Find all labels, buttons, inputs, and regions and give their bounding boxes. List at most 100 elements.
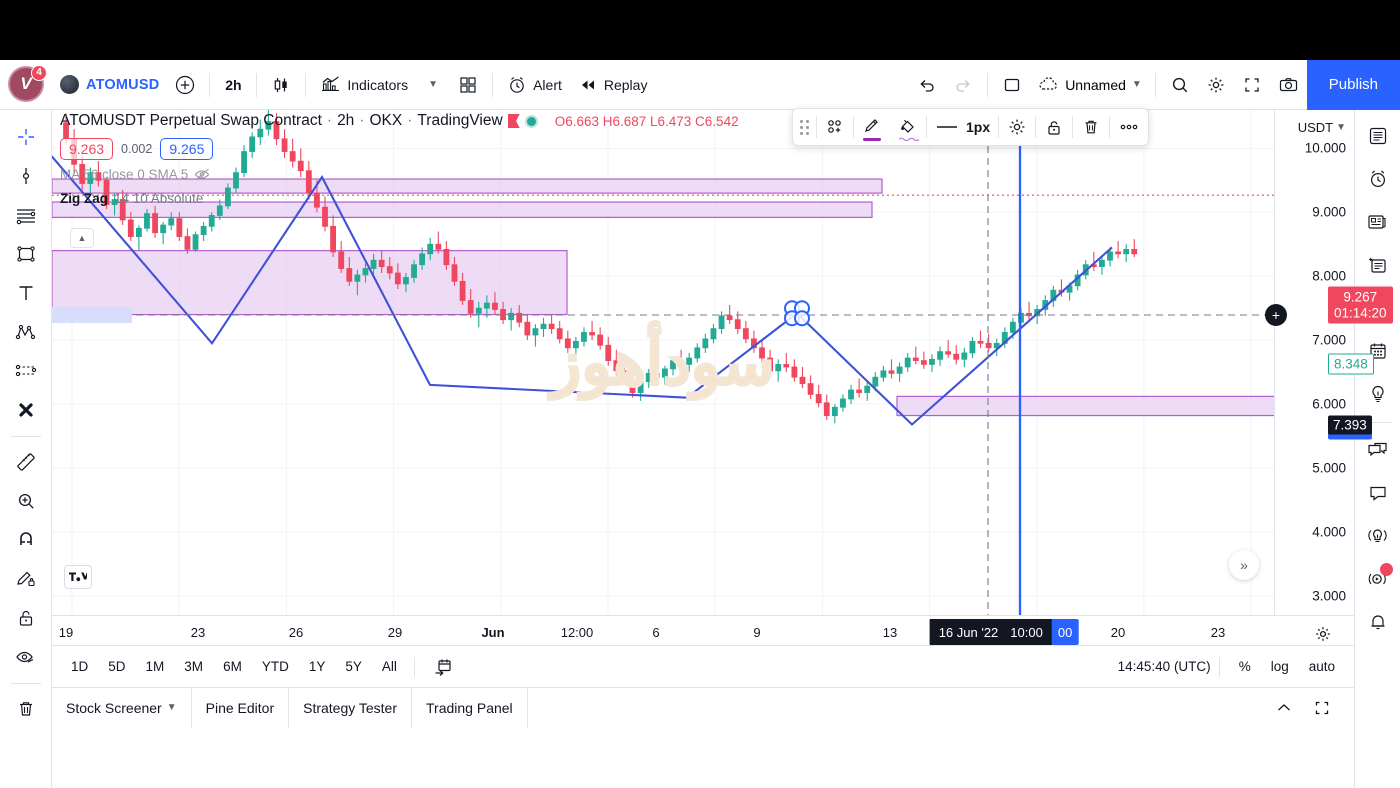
range-button-6m[interactable]: 6M	[214, 654, 251, 680]
candle-body	[670, 360, 676, 370]
lock-drawings-tool[interactable]	[7, 599, 45, 637]
text-tool[interactable]	[7, 274, 45, 312]
zoom-in-tool[interactable]	[7, 482, 45, 520]
pattern-tool[interactable]	[7, 313, 45, 351]
snapshot-button[interactable]	[1270, 68, 1307, 102]
hide-drawings-tool[interactable]	[7, 638, 45, 676]
candle-body	[742, 328, 749, 340]
private-chat-button[interactable]	[1360, 475, 1396, 511]
range-button-1m[interactable]: 1M	[137, 654, 174, 680]
legend-indicator-zigzag[interactable]: Zig Zag 14 10 Absolute	[60, 191, 739, 206]
legend-indicator-ma[interactable]: MA 56 close 0 SMA 5	[60, 167, 739, 182]
chart-legend: ATOMUSDT Perpetual Swap Contract · 2h · …	[60, 112, 739, 206]
pattern-icon	[15, 324, 35, 340]
measure-tool[interactable]	[7, 443, 45, 481]
fib-retracement-tool[interactable]	[7, 196, 45, 234]
drawing-mode-tool[interactable]	[7, 560, 45, 598]
text-icon	[19, 286, 32, 300]
indicators-button[interactable]: Indicators	[312, 68, 416, 102]
publish-button[interactable]: Publish	[1306, 59, 1400, 110]
fullscreen-button[interactable]	[1234, 68, 1270, 102]
time-tick: 9	[753, 625, 761, 640]
add-object-button[interactable]	[817, 109, 853, 145]
layout-select-button[interactable]	[994, 68, 1030, 102]
more-options-icon	[1120, 124, 1138, 130]
chart-style-button[interactable]	[263, 68, 299, 102]
percent-scale-button[interactable]: %	[1230, 654, 1260, 680]
bid-price[interactable]: 9.263	[60, 138, 114, 160]
emoji-sticker-tool[interactable]	[7, 391, 45, 429]
undo-button[interactable]	[909, 68, 945, 102]
news-button[interactable]	[1360, 204, 1396, 240]
drag-grip-icon[interactable]	[793, 119, 816, 135]
rectangle-tool[interactable]	[7, 235, 45, 273]
prediction-tool[interactable]	[7, 352, 45, 390]
range-button-5y[interactable]: 5Y	[336, 654, 371, 680]
legend-title-row[interactable]: ATOMUSDT Perpetual Swap Contract · 2h · …	[60, 112, 739, 130]
redo-button[interactable]	[945, 68, 981, 102]
camera-icon	[1279, 77, 1297, 91]
range-button-ytd[interactable]: YTD	[253, 654, 298, 680]
templates-button[interactable]	[450, 68, 486, 102]
ideas-button[interactable]	[1360, 376, 1396, 412]
more-options-button[interactable]	[1110, 109, 1148, 145]
symbol-search-button[interactable]: ATOMUSD	[52, 67, 167, 103]
crosshair-time: 10:00	[1010, 624, 1043, 640]
legend-collapse-button[interactable]: ▲	[70, 228, 94, 248]
pine-editor-button[interactable]: Pine Editor	[192, 687, 290, 728]
line-width-button[interactable]: 1px	[927, 109, 998, 145]
countdown-price-tag[interactable]: 9.267 01:14:20	[1328, 286, 1393, 324]
auto-scale-button[interactable]: auto	[1300, 654, 1344, 680]
replay-button[interactable]: Replay	[570, 68, 656, 102]
magnet-tool[interactable]	[7, 521, 45, 559]
range-button-3m[interactable]: 3M	[175, 654, 212, 680]
settings-button[interactable]	[1198, 68, 1234, 102]
add-symbol-button[interactable]	[167, 68, 203, 102]
trading-panel-button[interactable]: Trading Panel	[412, 687, 528, 728]
statusbar-collapse-button[interactable]	[1266, 695, 1302, 721]
last-price-tag[interactable]: 8.348	[1328, 353, 1374, 375]
statusbar-fullscreen-button[interactable]	[1304, 695, 1340, 721]
range-button-5d[interactable]: 5D	[99, 654, 134, 680]
broadcast-button[interactable]	[1360, 518, 1396, 554]
plus-circle-icon[interactable]: +	[1265, 304, 1287, 326]
delete-drawing-button[interactable]	[1073, 109, 1109, 145]
watchlist-button[interactable]	[1360, 118, 1396, 154]
drawing-settings-button[interactable]	[999, 109, 1035, 145]
remove-drawings-tool[interactable]	[7, 690, 45, 728]
data-window-button[interactable]	[1360, 247, 1396, 283]
goto-date-button[interactable]	[425, 654, 462, 680]
timeframe-button[interactable]: 2h	[216, 68, 250, 102]
crosshair-price-tag[interactable]: 7.393	[1328, 415, 1372, 435]
line-color-button[interactable]	[854, 109, 890, 145]
price-scale-unit[interactable]: USDT ▼	[1298, 120, 1346, 135]
eye-crossed-icon[interactable]	[194, 167, 211, 182]
notifications-icon	[1371, 615, 1384, 630]
background-color-button[interactable]	[890, 109, 926, 145]
notifications-button[interactable]	[1360, 604, 1396, 640]
stream-button[interactable]	[1360, 561, 1396, 597]
alerts-button[interactable]	[1360, 161, 1396, 197]
avatar[interactable]: V 4	[10, 64, 47, 102]
trend-line-tool[interactable]	[7, 157, 45, 195]
crosshair-datetime: 16 Jun '22 10:00	[929, 619, 1052, 645]
scroll-to-realtime-button[interactable]: »	[1229, 550, 1259, 580]
range-button-1d[interactable]: 1D	[62, 654, 97, 680]
alert-button[interactable]: Alert	[499, 68, 570, 102]
lock-drawing-button[interactable]	[1036, 109, 1072, 145]
strategy-tester-button[interactable]: Strategy Tester	[289, 687, 413, 728]
search-button[interactable]	[1162, 68, 1198, 102]
tradingview-logo[interactable]	[64, 565, 92, 589]
range-button-1y[interactable]: 1Y	[300, 654, 335, 680]
price-tick: 6.000	[1312, 396, 1346, 412]
undo-icon	[920, 79, 934, 92]
ask-price[interactable]: 9.265	[160, 138, 214, 160]
range-button-all[interactable]: All	[373, 654, 406, 680]
stock-screener-button[interactable]: Stock Screener ▼	[52, 687, 192, 728]
drawing-properties-toolbar[interactable]: 1px	[792, 108, 1150, 146]
legend-ohlc: O6.663 H6.687 L6.473 C6.542	[554, 113, 739, 129]
cross-cursor-tool[interactable]	[7, 118, 45, 156]
saved-layout-button[interactable]: Unnamed ▼	[1030, 68, 1149, 102]
indicators-chevron[interactable]: ▼	[416, 68, 450, 102]
log-scale-button[interactable]: log	[1262, 654, 1298, 680]
